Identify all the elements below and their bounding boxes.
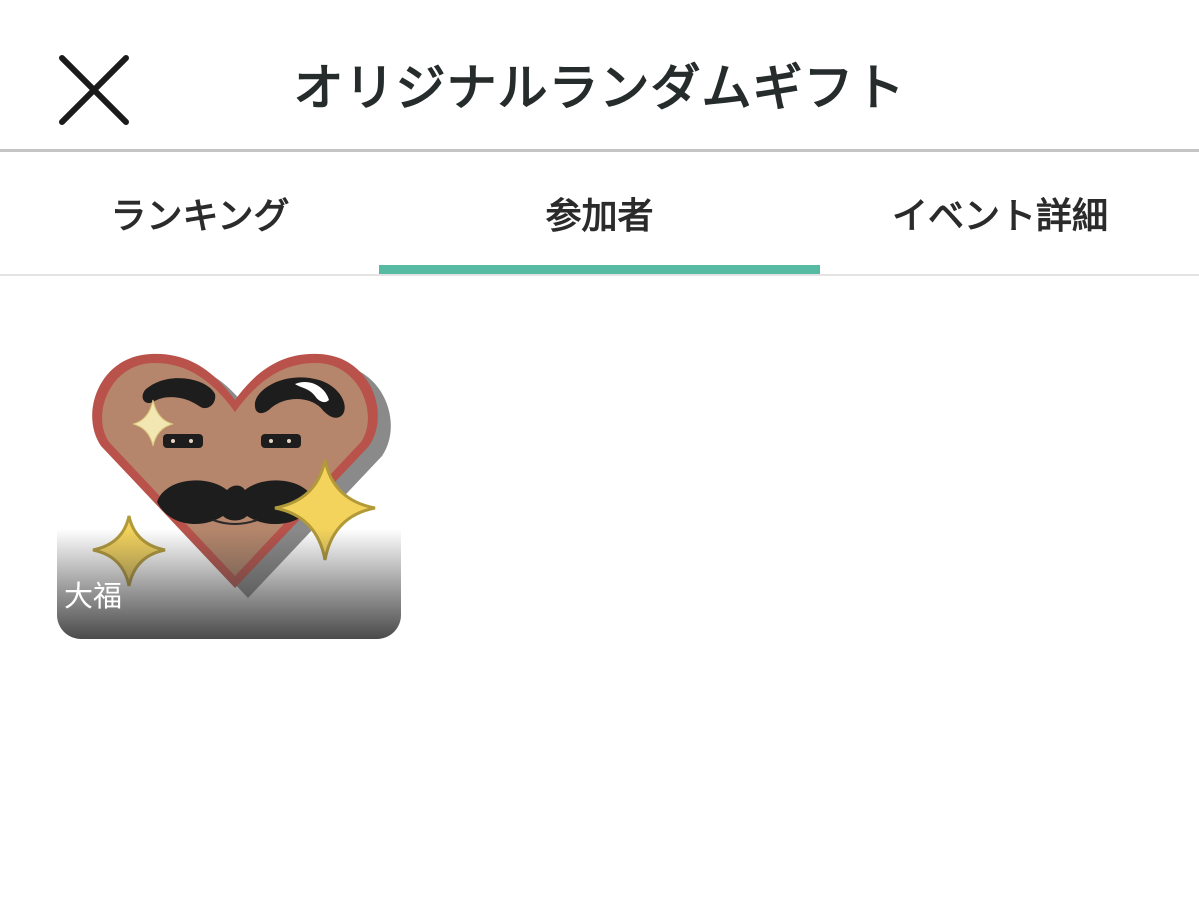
header-bar: オリジナルランダムギフト (0, 0, 1199, 152)
participant-card[interactable]: 大福 (57, 330, 401, 639)
tab-ranking[interactable]: ランキング (0, 152, 400, 274)
active-tab-indicator (379, 265, 820, 274)
tab-bar: ランキング 参加者 イベント詳細 (0, 152, 1199, 276)
tab-event-details[interactable]: イベント詳細 (800, 152, 1199, 274)
tab-participants[interactable]: 参加者 (379, 152, 820, 274)
participant-name: 大福 (64, 579, 123, 613)
page-title: オリジナルランダムギフト (293, 59, 906, 117)
